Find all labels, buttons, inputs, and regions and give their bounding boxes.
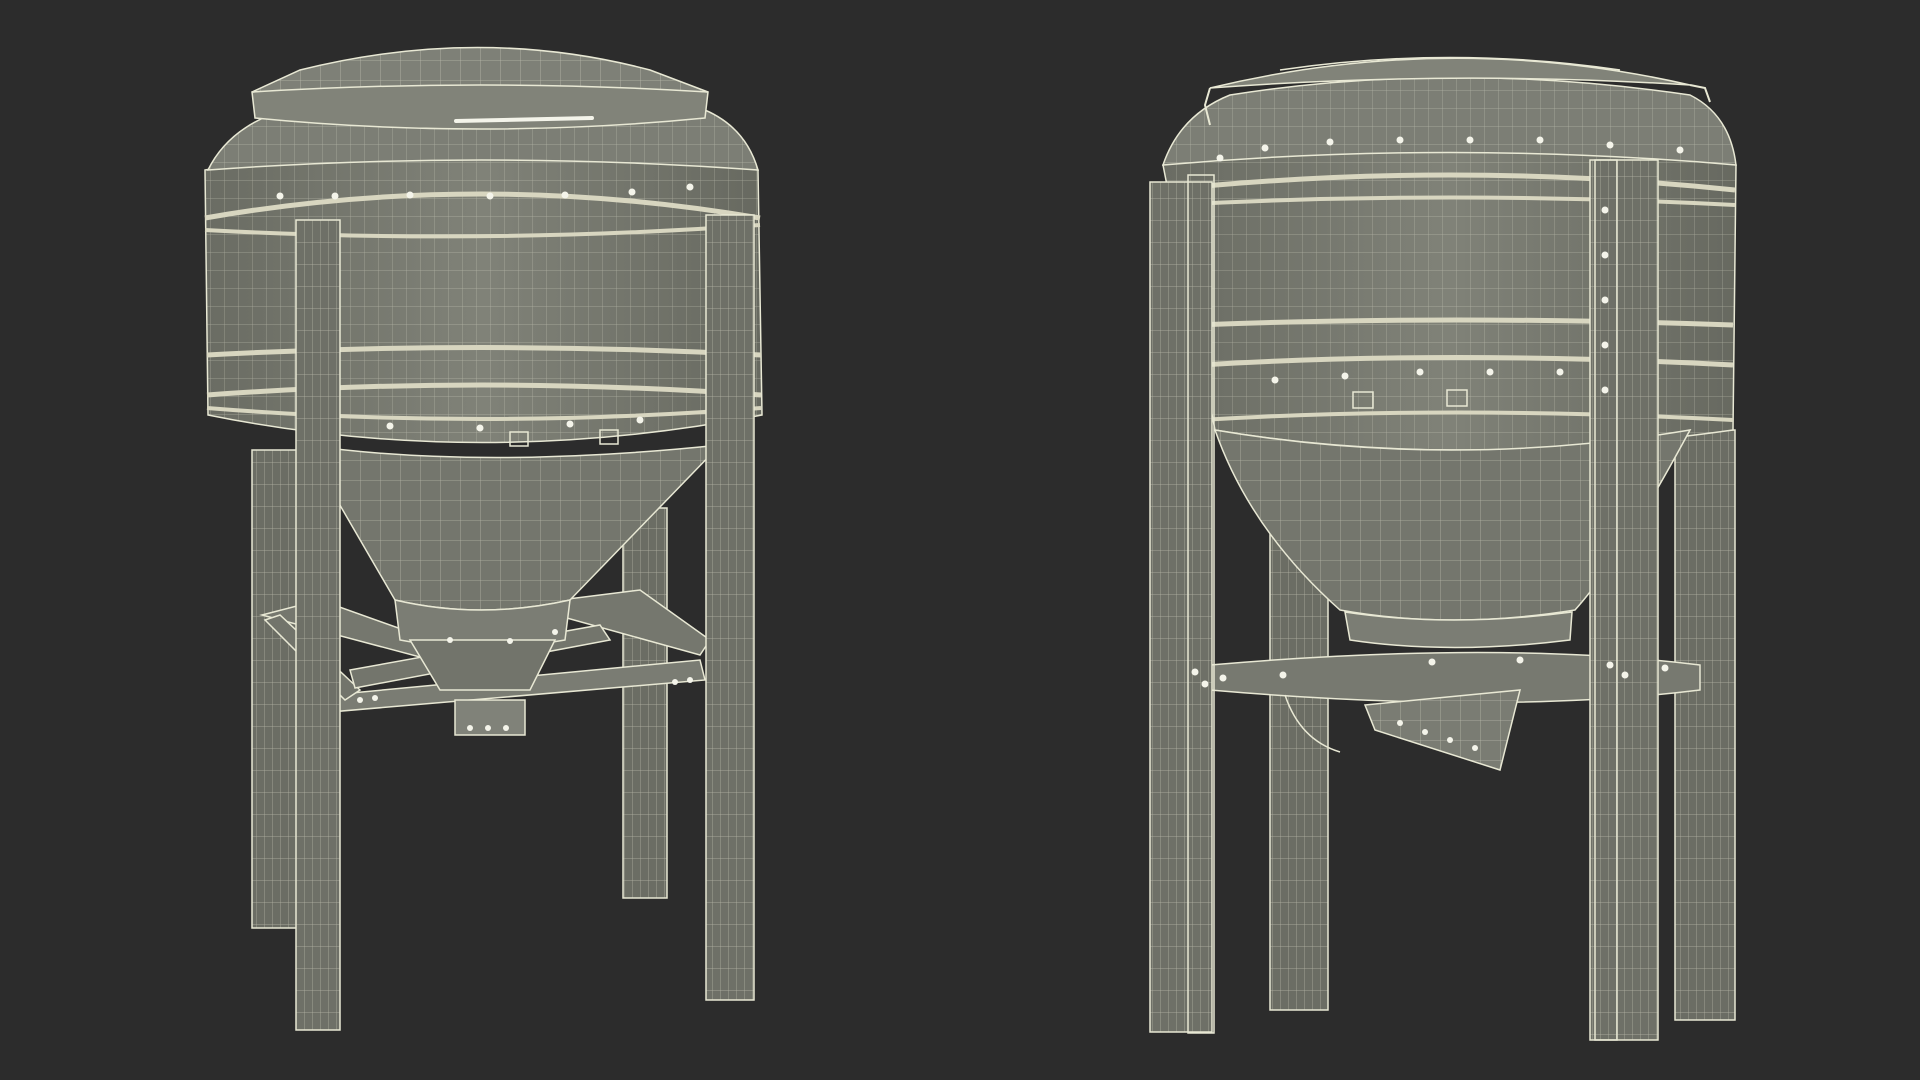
silo-body <box>204 46 763 447</box>
hopper-silo-right <box>1149 56 1737 1041</box>
wireframe-scene <box>204 46 1737 1041</box>
hopper-silo-left <box>204 46 763 1031</box>
viewport <box>0 0 1920 1080</box>
